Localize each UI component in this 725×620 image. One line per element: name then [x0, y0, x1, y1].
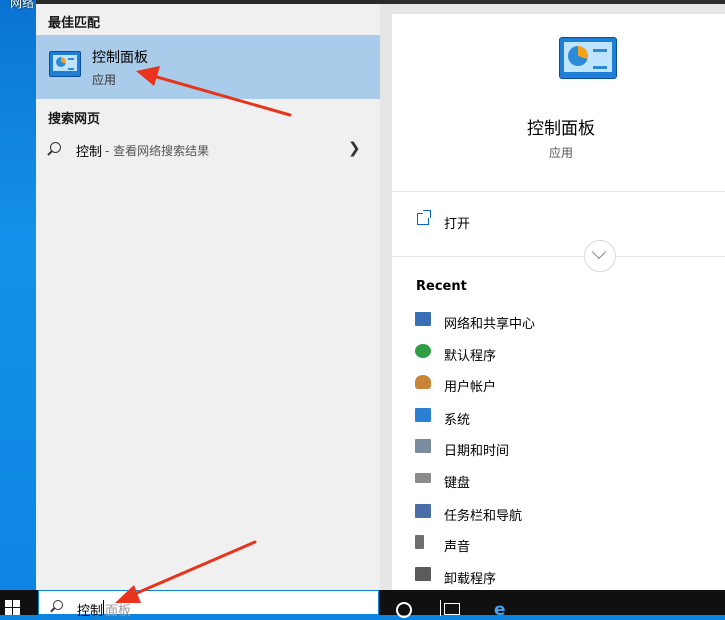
default-programs-icon: [415, 344, 431, 358]
cortana-icon[interactable]: [396, 602, 412, 618]
recent-item-taskbar-navigation[interactable]: 任务栏和导航: [392, 499, 725, 527]
taskbar: 控制 面板 e: [0, 590, 725, 620]
divider: [392, 191, 725, 192]
recent-header: Recent: [416, 279, 467, 294]
open-action[interactable]: 打开: [392, 204, 725, 234]
detail-app-type: 应用: [548, 146, 573, 160]
recent-item-date-time[interactable]: 日期和时间: [392, 434, 725, 462]
recent-item-label: 网络和共享中心: [444, 317, 536, 332]
best-match-result[interactable]: 控制面板 应用: [36, 35, 380, 99]
search-icon: [50, 142, 61, 153]
sound-icon: [415, 535, 424, 549]
user-accounts-icon: [415, 375, 431, 389]
control-panel-icon: [49, 51, 81, 77]
search-icon: [53, 600, 63, 610]
best-match-type: 应用: [92, 73, 117, 87]
system-icon: [415, 408, 431, 422]
recent-item-label: 系统: [444, 413, 471, 428]
uninstall-program-icon: [415, 567, 431, 581]
recent-item-label: 任务栏和导航: [444, 509, 523, 524]
app-detail-pane: 控制面板 应用 打开 Recent 网络和共享中心 默认程序 用户帐户 系统 日…: [380, 4, 725, 590]
recent-item-default-programs[interactable]: 默认程序: [392, 339, 725, 367]
recent-item-label: 用户帐户: [444, 380, 497, 395]
recent-item-label: 键盘: [444, 476, 471, 491]
search-results-pane: 最佳匹配 控制面板 应用 搜索网页 控制 - 查看网络搜索结果 ❯: [36, 4, 380, 590]
recent-item-network-sharing[interactable]: 网络和共享中心: [392, 307, 725, 335]
desktop-icon-label[interactable]: 网络: [10, 0, 34, 11]
recent-item-user-accounts[interactable]: 用户帐户: [392, 370, 725, 398]
recent-item-keyboard[interactable]: 键盘: [392, 466, 725, 494]
text-caret: [103, 600, 104, 615]
web-search-term: 控制: [76, 145, 103, 160]
best-match-header: 最佳匹配: [48, 16, 101, 31]
best-match-title: 控制面板: [92, 50, 148, 66]
recent-item-sound[interactable]: 声音: [392, 530, 725, 558]
keyboard-icon: [415, 473, 431, 483]
web-search-result[interactable]: 控制 - 查看网络搜索结果 ❯: [36, 134, 380, 164]
search-autocomplete-text: 面板: [105, 604, 132, 619]
taskbar-navigation-icon: [415, 504, 431, 518]
recent-item-uninstall-program[interactable]: 卸载程序: [392, 562, 725, 590]
recent-item-label: 默认程序: [444, 349, 497, 364]
search-typed-text: 控制: [77, 604, 104, 619]
windows-logo-icon: [5, 600, 12, 607]
edge-browser-icon[interactable]: e: [494, 600, 506, 620]
detail-app-title: 控制面板: [527, 119, 595, 139]
recent-item-system[interactable]: 系统: [392, 403, 725, 431]
date-time-icon: [415, 439, 431, 453]
web-search-hint: - 查看网络搜索结果: [105, 144, 210, 158]
recent-item-label: 日期和时间: [444, 444, 510, 459]
task-view-icon[interactable]: [440, 600, 460, 616]
open-label: 打开: [444, 217, 471, 232]
desktop-background: 网络: [0, 0, 36, 590]
start-button[interactable]: [0, 590, 36, 615]
control-panel-large-icon: [559, 37, 617, 79]
recent-item-label: 卸载程序: [444, 572, 497, 587]
expand-button[interactable]: [584, 240, 616, 272]
chevron-down-icon: [591, 244, 607, 260]
web-search-header: 搜索网页: [48, 112, 101, 127]
divider: [392, 256, 725, 257]
open-icon: [417, 210, 431, 225]
network-sharing-icon: [415, 312, 431, 326]
taskbar-search-input[interactable]: 控制 面板: [38, 590, 379, 619]
recent-item-label: 声音: [444, 540, 471, 555]
